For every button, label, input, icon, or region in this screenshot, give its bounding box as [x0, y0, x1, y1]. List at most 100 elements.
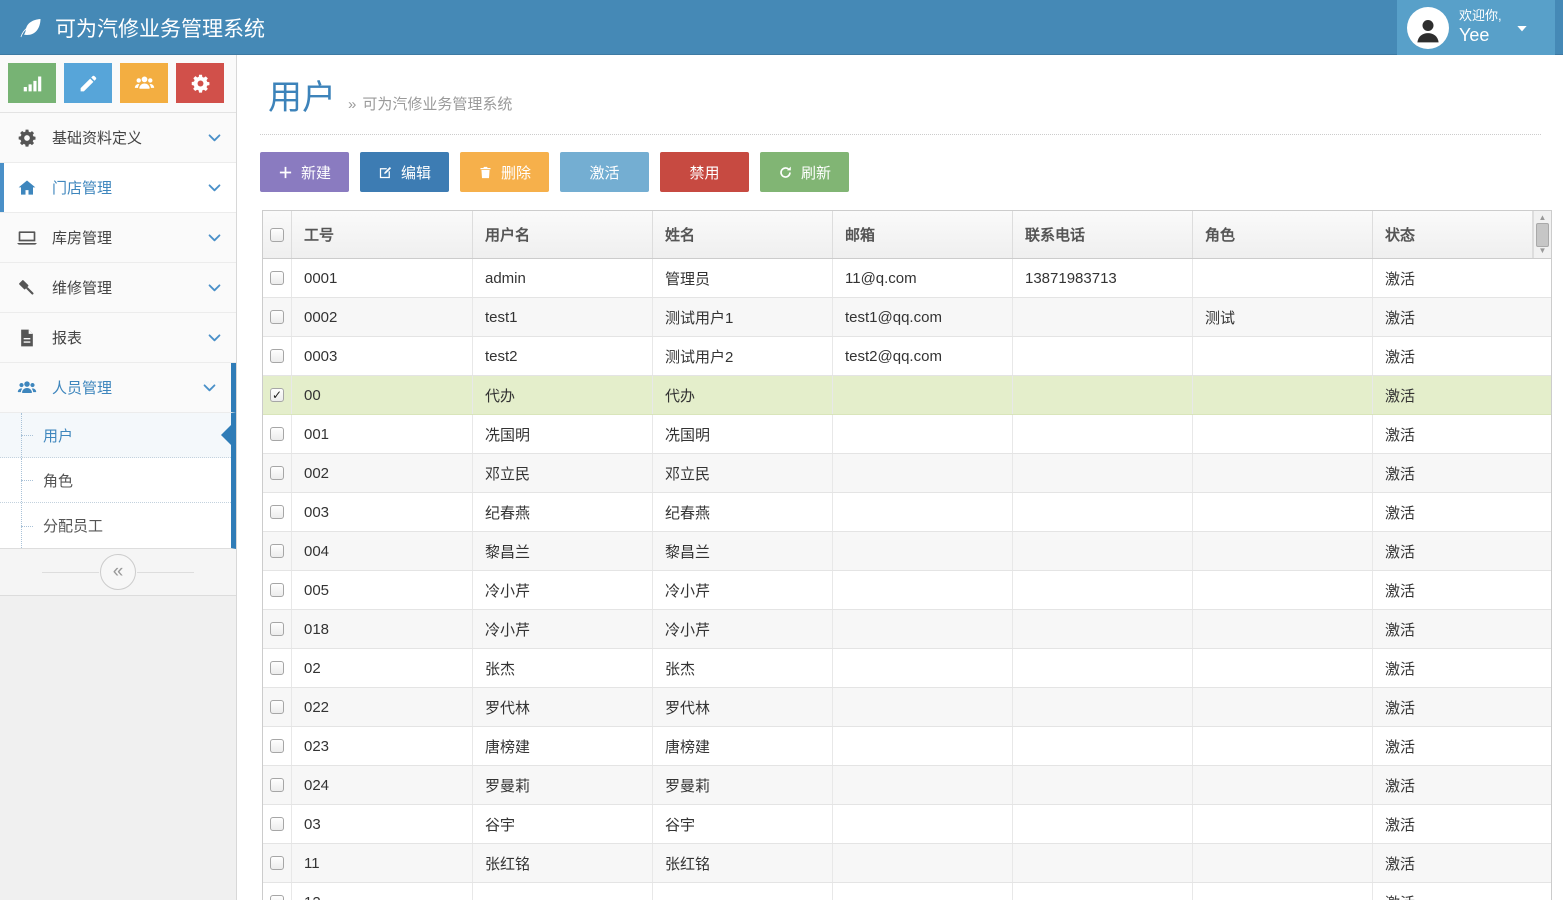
row-checkbox[interactable]	[270, 622, 284, 636]
column-header-0[interactable]: 工号	[292, 211, 473, 258]
table-cell	[1193, 571, 1373, 609]
sidebar-item-stores[interactable]: 门店管理	[0, 163, 236, 213]
table-row[interactable]: 0002test1测试用户1test1@qq.com测试激活	[263, 298, 1551, 337]
user-name: Yee	[1459, 24, 1502, 47]
column-header-1[interactable]: 用户名	[473, 211, 653, 258]
table-row[interactable]: 12激活	[263, 883, 1551, 900]
tile-stats[interactable]	[8, 63, 56, 103]
table-row[interactable]: 0003test2测试用户2test2@qq.com激活	[263, 337, 1551, 376]
edit-button[interactable]: 编辑	[360, 152, 449, 192]
select-all-checkbox[interactable]	[263, 211, 292, 258]
page-header: 用户»可为汽修业务管理系统	[238, 55, 1563, 119]
activate-button[interactable]: 激活	[560, 152, 649, 192]
table-row[interactable]: 02张杰张杰激活	[263, 649, 1551, 688]
sidebar: 基础资料定义门店管理库房管理维修管理报表人员管理用户角色分配员工 «	[0, 55, 237, 900]
tile-settings[interactable]	[176, 63, 224, 103]
user-menu[interactable]: 欢迎你, Yee	[1397, 0, 1555, 55]
submenu-item-users[interactable]: 用户	[0, 413, 231, 458]
row-checkbox[interactable]	[270, 700, 284, 714]
row-checkbox[interactable]	[270, 271, 284, 285]
sidebar-item-staff[interactable]: 人员管理	[0, 363, 236, 413]
sidebar-item-base-data[interactable]: 基础资料定义	[0, 113, 236, 163]
disable-button[interactable]: 禁用	[660, 152, 749, 192]
checkbox[interactable]	[270, 228, 284, 242]
table-row[interactable]: 03谷宇谷宇激活	[263, 805, 1551, 844]
table-cell: 黎昌兰	[473, 532, 653, 570]
submenu-item-assign-staff[interactable]: 分配员工	[0, 503, 231, 548]
table-row[interactable]: 004黎昌兰黎昌兰激活	[263, 532, 1551, 571]
tile-edit[interactable]	[64, 63, 112, 103]
row-checkbox[interactable]	[270, 466, 284, 480]
column-header-6[interactable]: 状态	[1373, 211, 1533, 258]
checkbox-cell	[263, 805, 292, 843]
column-header-5[interactable]: 角色	[1193, 211, 1373, 258]
table-row[interactable]: 001冼国明冼国明激活	[263, 415, 1551, 454]
row-checkbox[interactable]	[270, 895, 284, 900]
sidebar-item-repair[interactable]: 维修管理	[0, 263, 236, 313]
sidebar-item-reports[interactable]: 报表	[0, 313, 236, 363]
table-cell: 罗代林	[653, 688, 833, 726]
tile-users[interactable]	[120, 63, 168, 103]
caret-down-icon	[1514, 20, 1530, 36]
brand-title: 可为汽修业务管理系统	[55, 13, 265, 43]
table-cell: 冷小芹	[473, 610, 653, 648]
table-cell: 代办	[473, 376, 653, 414]
table-cell: 11@q.com	[833, 259, 1013, 297]
table-cell	[1013, 571, 1193, 609]
sidebar-quick-tiles	[0, 55, 236, 113]
table-cell: 代办	[653, 376, 833, 414]
table-cell	[1013, 493, 1193, 531]
table-row[interactable]: 023唐榜建唐榜建激活	[263, 727, 1551, 766]
row-checkbox[interactable]	[270, 817, 284, 831]
scrollbar-thumb[interactable]	[1536, 223, 1549, 247]
column-header-4[interactable]: 联系电话	[1013, 211, 1193, 258]
table-row[interactable]: 022罗代林罗代林激活	[263, 688, 1551, 727]
table-row[interactable]: 0001admin管理员11@q.com13871983713激活	[263, 259, 1551, 298]
table-row[interactable]: 018冷小芹冷小芹激活	[263, 610, 1551, 649]
table-cell: 激活	[1373, 883, 1551, 900]
table-cell: 冼国明	[653, 415, 833, 453]
column-header-2[interactable]: 姓名	[653, 211, 833, 258]
submenu-item-label: 用户	[43, 425, 73, 446]
divider	[42, 572, 99, 573]
table-cell	[833, 376, 1013, 414]
checkbox-cell	[263, 610, 292, 648]
sidebar-item-warehouse[interactable]: 库房管理	[0, 213, 236, 263]
checkbox-cell	[263, 337, 292, 375]
row-checkbox[interactable]	[270, 739, 284, 753]
row-checkbox[interactable]	[270, 349, 284, 363]
scroll-up-icon[interactable]: ▲	[1539, 214, 1547, 222]
table-row[interactable]: 024罗曼莉罗曼莉激活	[263, 766, 1551, 805]
row-checkbox[interactable]	[270, 778, 284, 792]
submenu-item-roles[interactable]: 角色	[0, 458, 231, 503]
table-cell: 002	[292, 454, 473, 492]
main-content: 用户»可为汽修业务管理系统 新建编辑删除激活禁用刷新 工号用户名姓名邮箱联系电话…	[238, 55, 1563, 900]
table-cell: 激活	[1373, 493, 1551, 531]
delete-button[interactable]: 删除	[460, 152, 549, 192]
sidebar-collapse-button[interactable]: «	[100, 554, 136, 590]
scroll-down-icon[interactable]: ▼	[1539, 247, 1547, 255]
table-row[interactable]: 003纪春燕纪春燕激活	[263, 493, 1551, 532]
gears-icon	[17, 128, 37, 148]
table-cell	[1013, 844, 1193, 882]
row-checkbox[interactable]	[270, 310, 284, 324]
row-checkbox[interactable]	[270, 544, 284, 558]
user-text: 欢迎你, Yee	[1459, 8, 1502, 47]
table-row[interactable]: 00代办代办激活	[263, 376, 1551, 415]
table-row[interactable]: 005冷小芹冷小芹激活	[263, 571, 1551, 610]
table-cell	[833, 610, 1013, 648]
brand[interactable]: 可为汽修业务管理系统	[18, 0, 265, 55]
row-checkbox[interactable]	[270, 388, 284, 402]
row-checkbox[interactable]	[270, 427, 284, 441]
table-cell: 张杰	[653, 649, 833, 687]
refresh-button[interactable]: 刷新	[760, 152, 849, 192]
row-checkbox[interactable]	[270, 856, 284, 870]
column-header-3[interactable]: 邮箱	[833, 211, 1013, 258]
row-checkbox[interactable]	[270, 505, 284, 519]
table-cell: 冷小芹	[473, 571, 653, 609]
row-checkbox[interactable]	[270, 583, 284, 597]
new-button[interactable]: 新建	[260, 152, 349, 192]
row-checkbox[interactable]	[270, 661, 284, 675]
table-row[interactable]: 002邓立民邓立民激活	[263, 454, 1551, 493]
table-row[interactable]: 11张红铭张红铭激活	[263, 844, 1551, 883]
